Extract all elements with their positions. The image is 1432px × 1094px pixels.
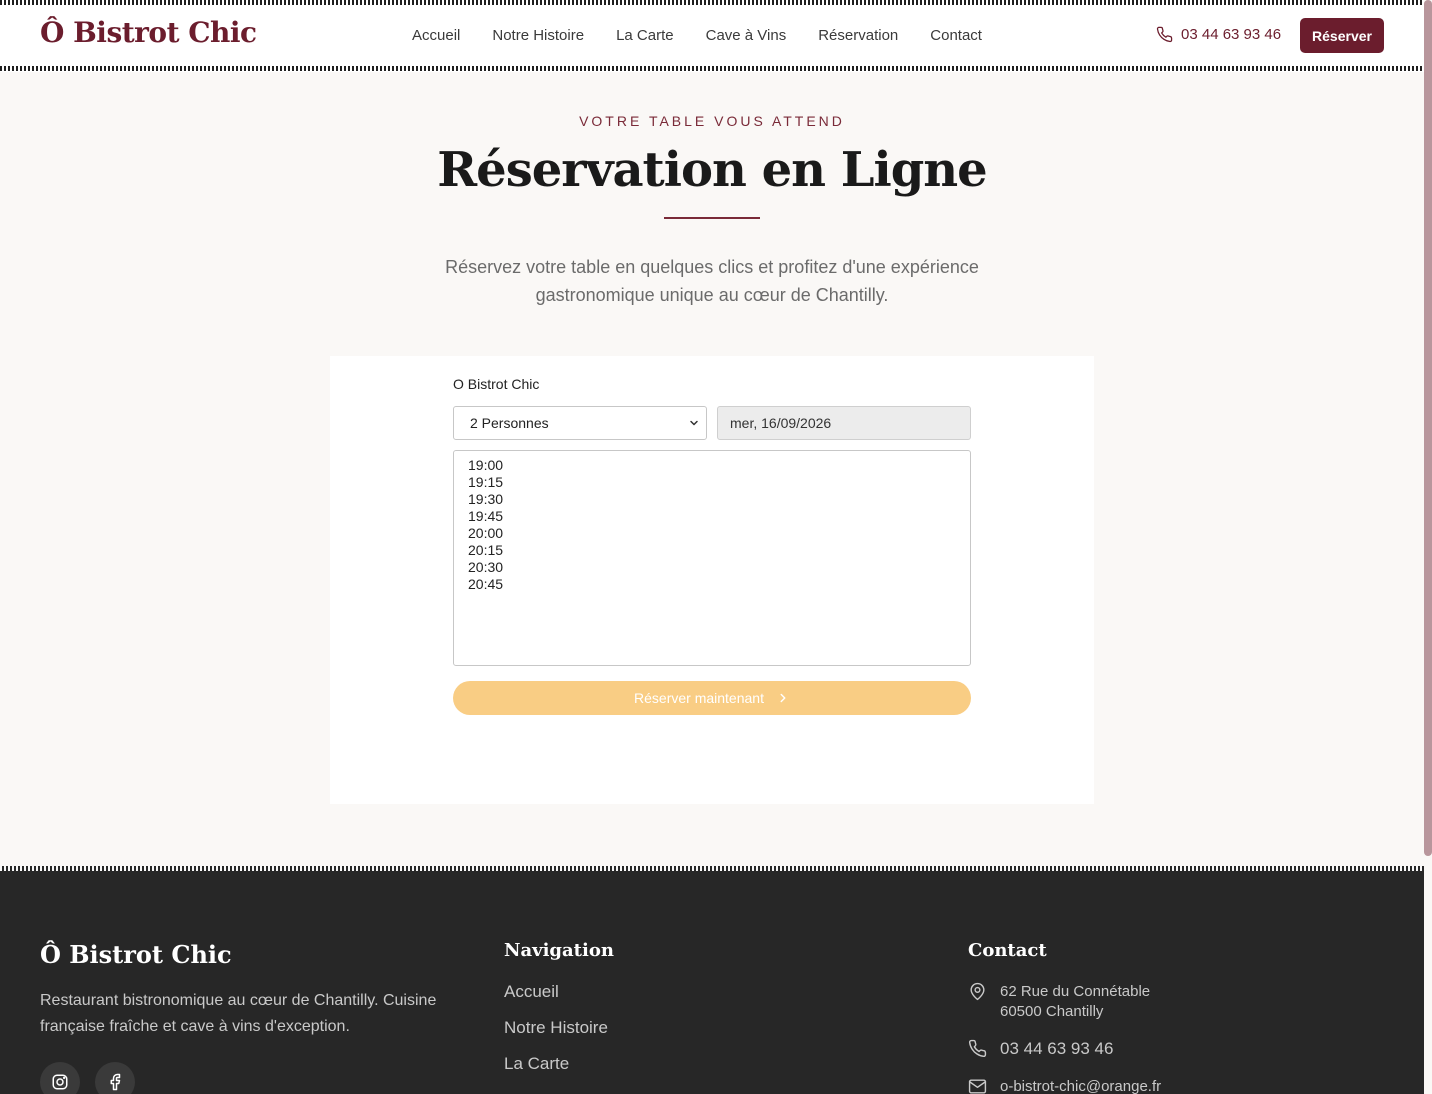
nav-link-cave-a-vins[interactable]: Cave à Vins — [690, 27, 803, 44]
footer-nav-link-notre-histoire[interactable]: Notre Histoire — [504, 1018, 608, 1054]
party-size-select[interactable]: 2 Personnes — [453, 406, 707, 440]
footer-description: Restaurant bistronomique au cœur de Chan… — [40, 992, 437, 1035]
footer-email-link[interactable]: o-bistrot-chic@orange.fr — [968, 1077, 1161, 1094]
header-phone-text: 03 44 63 93 46 — [1181, 26, 1282, 43]
party-size-value: 2 Personnes — [470, 415, 549, 431]
phone-icon — [1156, 26, 1173, 43]
mail-icon — [968, 1079, 987, 1094]
page-title: Réservation en Ligne — [437, 142, 987, 198]
footer-nav-heading: Navigation — [504, 940, 614, 961]
instagram-icon — [52, 1074, 68, 1090]
time-slot-list[interactable]: 19:00 19:15 19:30 19:45 20:00 20:15 20:3… — [453, 450, 971, 666]
section-eyebrow: VOTRE TABLE VOUS ATTEND — [579, 113, 845, 129]
header-reserve-button[interactable]: Réserver — [1300, 18, 1384, 53]
footer-address: 62 Rue du Connétable 60500 Chantilly — [968, 982, 1150, 1022]
time-slot[interactable]: 20:45 — [468, 576, 956, 593]
site-logo[interactable]: Ô Bistrot Chic — [40, 16, 257, 49]
facebook-icon — [110, 1073, 121, 1091]
intro-text: Réservez votre table en quelques clics e… — [445, 257, 979, 305]
address-line-1: 62 Rue du Connétable — [1000, 983, 1151, 1000]
time-slot[interactable]: 20:30 — [468, 559, 956, 576]
header-bottom-stripe — [0, 66, 1424, 71]
header-phone-link[interactable]: 03 44 63 93 46 — [1156, 26, 1281, 43]
nav-link-la-carte[interactable]: La Carte — [600, 27, 690, 44]
footer-top-stripe — [0, 866, 1424, 871]
footer-nav: Accueil Notre Histoire La Carte — [504, 982, 608, 1090]
site-footer: Ô Bistrot Chic Restaurant bistronomique … — [0, 866, 1424, 1094]
footer-email-text: o-bistrot-chic@orange.fr — [1000, 1078, 1162, 1094]
time-slot[interactable]: 19:00 — [468, 457, 956, 474]
header-top-stripe — [0, 0, 1424, 5]
nav-link-contact[interactable]: Contact — [914, 27, 998, 44]
nav-link-accueil[interactable]: Accueil — [396, 27, 476, 44]
nav-link-reservation[interactable]: Réservation — [802, 27, 914, 44]
time-slot[interactable]: 19:15 — [468, 474, 956, 491]
booking-widget: O Bistrot Chic 2 Personnes mer, 16/09/20… — [330, 356, 1094, 804]
chevron-right-icon — [780, 693, 786, 703]
footer-nav-link-la-carte[interactable]: La Carte — [504, 1054, 608, 1090]
instagram-link[interactable] — [40, 1062, 80, 1094]
time-slot[interactable]: 19:30 — [468, 491, 956, 508]
time-slot[interactable]: 20:15 — [468, 542, 956, 559]
page-scrollbar[interactable] — [1424, 0, 1432, 856]
book-now-label: Réserver maintenant — [634, 690, 764, 706]
site-header: Ô Bistrot Chic Accueil Notre Histoire La… — [0, 0, 1424, 72]
footer-phone-text: 03 44 63 93 46 — [1000, 1039, 1114, 1058]
main-nav: Accueil Notre Histoire La Carte Cave à V… — [396, 27, 998, 44]
footer-nav-link-accueil[interactable]: Accueil — [504, 982, 608, 1018]
time-slot[interactable]: 20:00 — [468, 525, 956, 542]
facebook-link[interactable] — [95, 1062, 135, 1094]
widget-restaurant-name: O Bistrot Chic — [453, 376, 540, 392]
map-pin-icon — [970, 982, 985, 1001]
title-divider — [664, 217, 760, 219]
address-line-2: 60500 Chantilly — [1000, 1003, 1104, 1020]
book-now-button[interactable]: Réserver maintenant — [453, 681, 971, 715]
phone-icon — [968, 1039, 987, 1058]
time-slot[interactable]: 19:45 — [468, 508, 956, 525]
chevron-down-icon — [690, 420, 698, 426]
date-input[interactable]: mer, 16/09/2026 — [717, 406, 971, 440]
footer-logo[interactable]: Ô Bistrot Chic — [40, 940, 232, 969]
nav-link-notre-histoire[interactable]: Notre Histoire — [476, 27, 600, 44]
footer-contact-heading: Contact — [968, 940, 1047, 961]
footer-phone-link[interactable]: 03 44 63 93 46 — [968, 1039, 1113, 1059]
date-value: mer, 16/09/2026 — [730, 415, 832, 431]
